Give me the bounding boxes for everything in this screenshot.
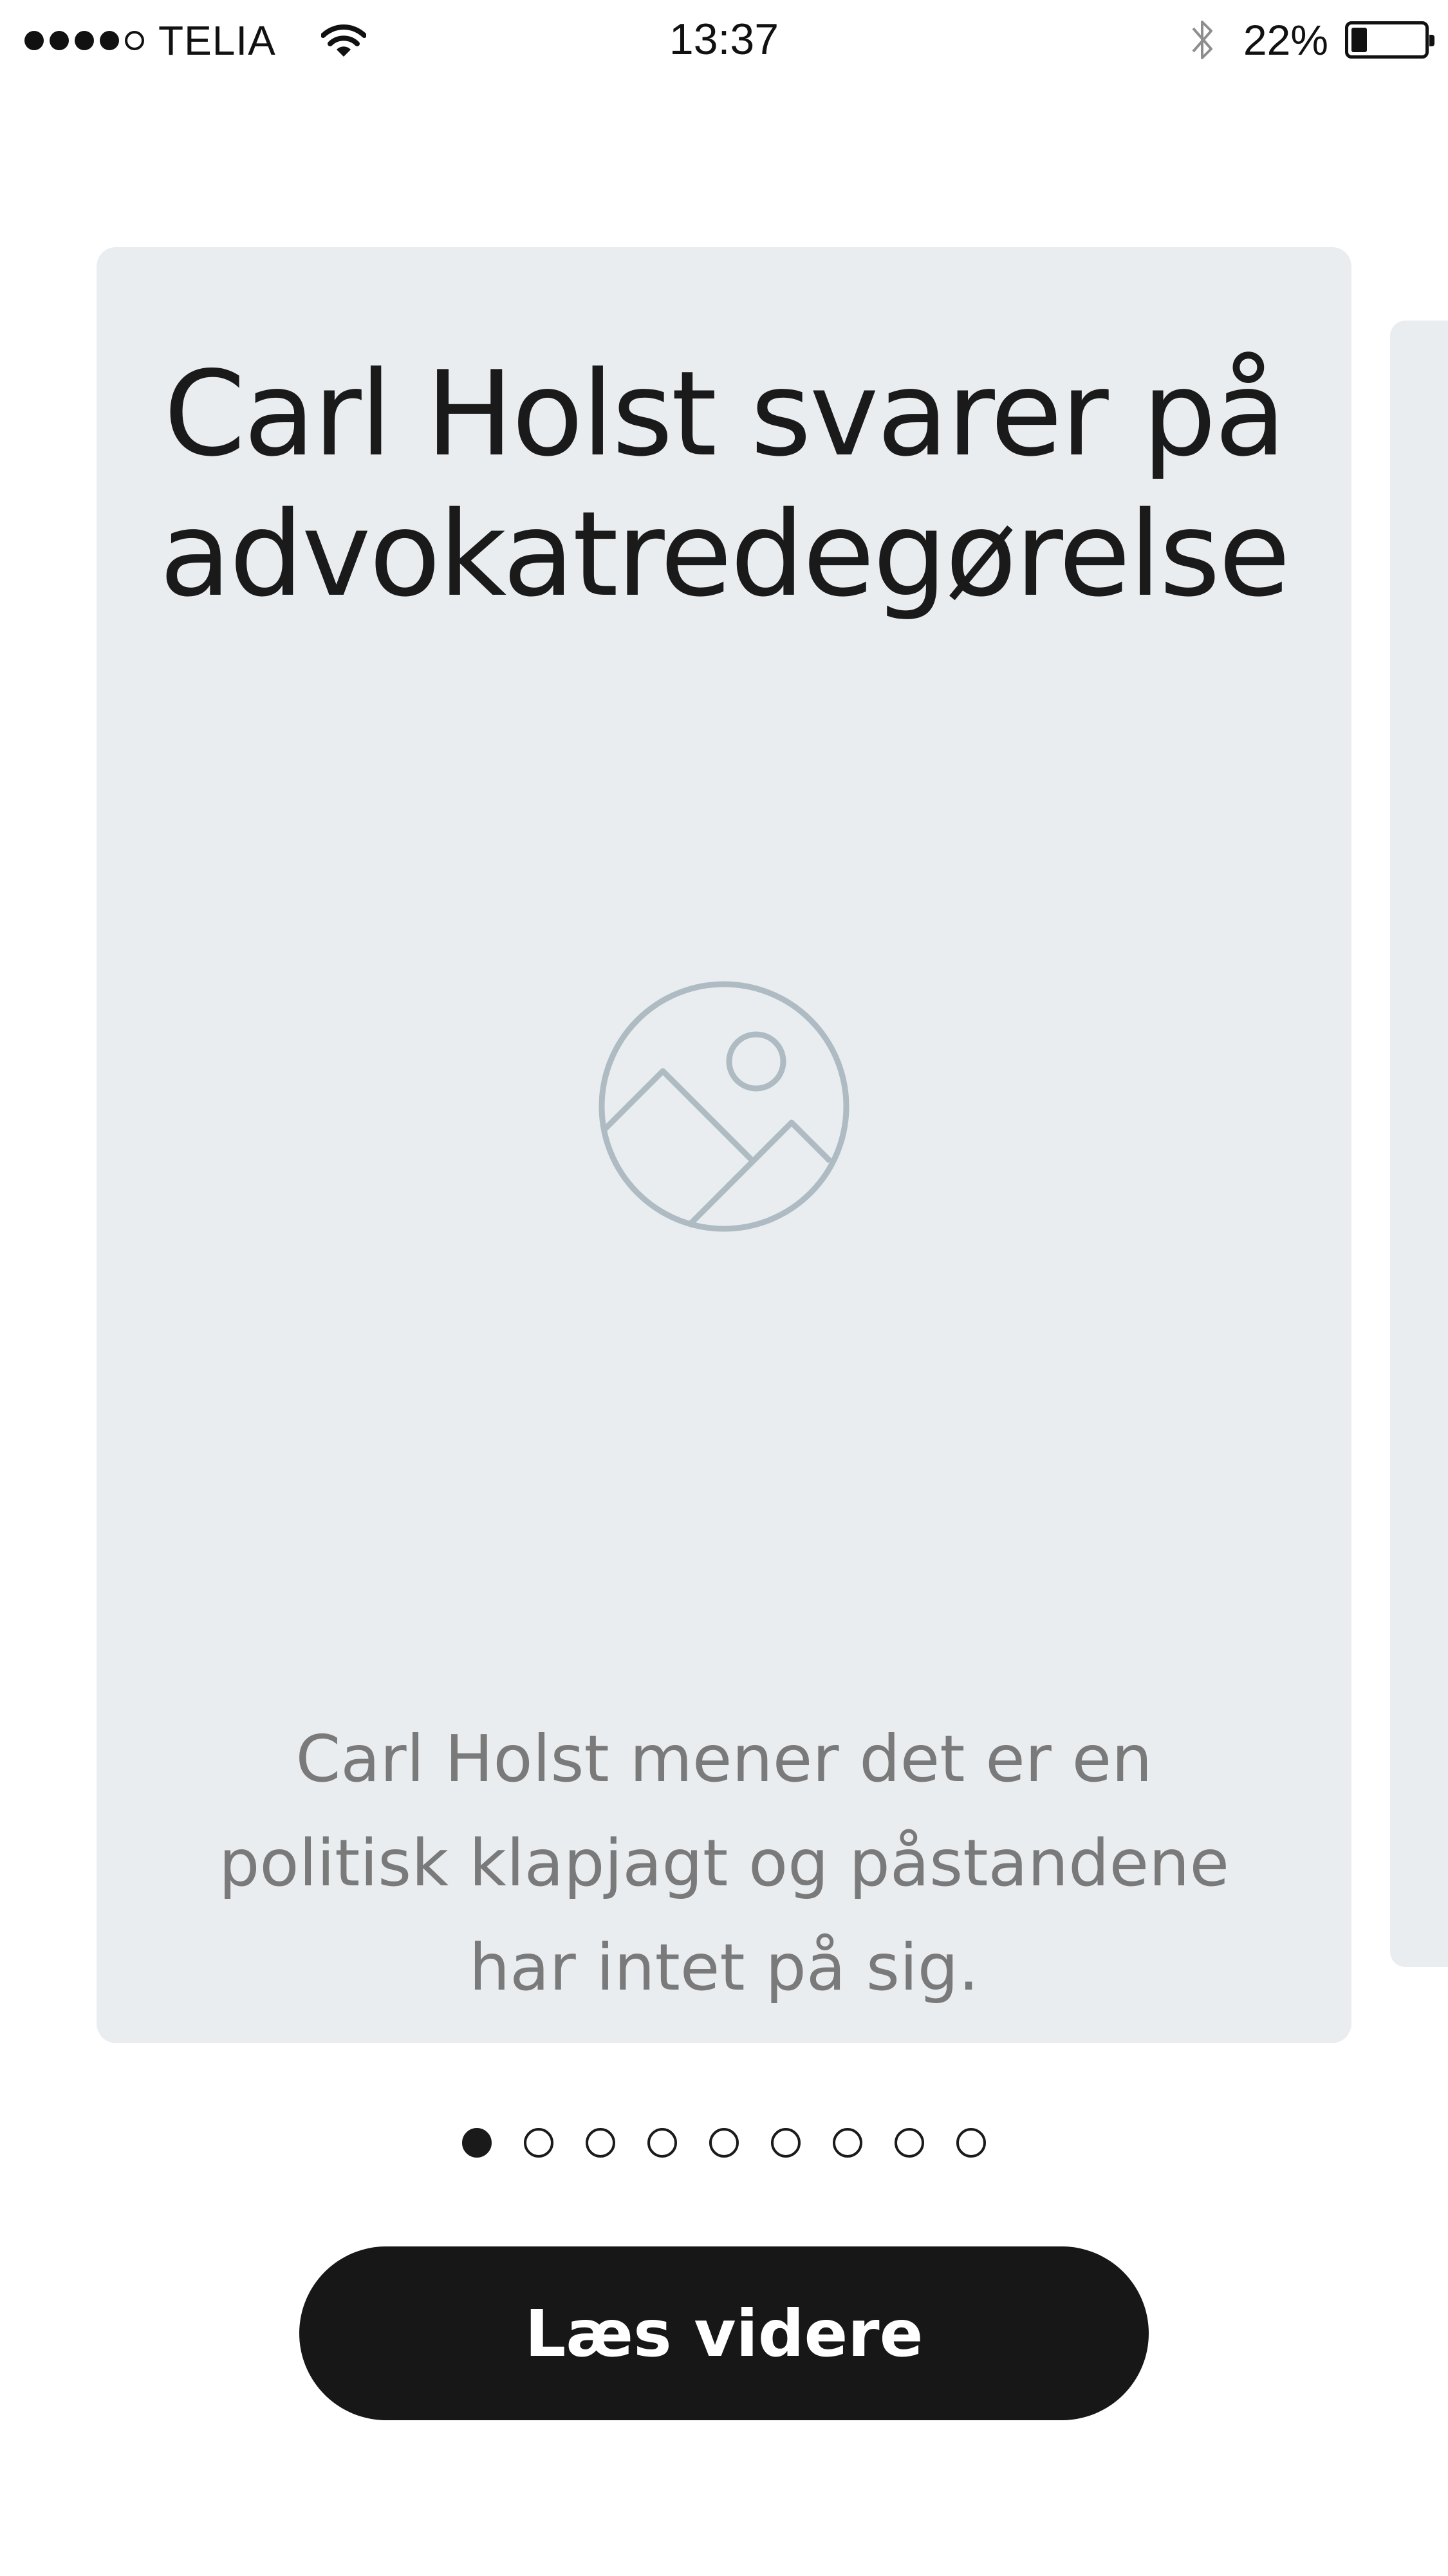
page-indicator-dot[interactable] — [586, 2128, 615, 2158]
battery-level-fill — [1351, 28, 1367, 52]
page-indicator-dot[interactable] — [462, 2128, 492, 2158]
page-indicator-dot[interactable] — [771, 2128, 801, 2158]
battery-terminal — [1429, 35, 1434, 46]
card-summary: Carl Holst mener det er en politisk klap… — [218, 1721, 1230, 2005]
bluetooth-icon — [1192, 21, 1212, 59]
page-indicator-dot[interactable] — [647, 2128, 677, 2158]
card-title: Carl Holst svarer på advokatredegørelse — [159, 346, 1291, 622]
page-indicator-dot[interactable] — [833, 2128, 862, 2158]
status-bar: TELIA 13:37 22% — [0, 0, 1448, 80]
status-bar-right: 22% — [1189, 15, 1434, 64]
news-card[interactable]: Carl Holst svarer på advokatredegørelse … — [97, 247, 1351, 2043]
page-indicator-dot[interactable] — [956, 2128, 986, 2158]
next-news-card-peek[interactable] — [1390, 321, 1448, 1967]
battery-percentage: 22% — [1243, 16, 1328, 64]
page-indicator-dot[interactable] — [524, 2128, 553, 2158]
carousel-pagination — [0, 2128, 1448, 2159]
page-indicator-dot[interactable] — [895, 2128, 924, 2158]
battery-icon — [1345, 21, 1434, 59]
read-more-button[interactable]: Læs videre — [299, 2246, 1149, 2420]
page-indicator-dot[interactable] — [709, 2128, 739, 2158]
image-placeholder-icon — [599, 981, 849, 1232]
